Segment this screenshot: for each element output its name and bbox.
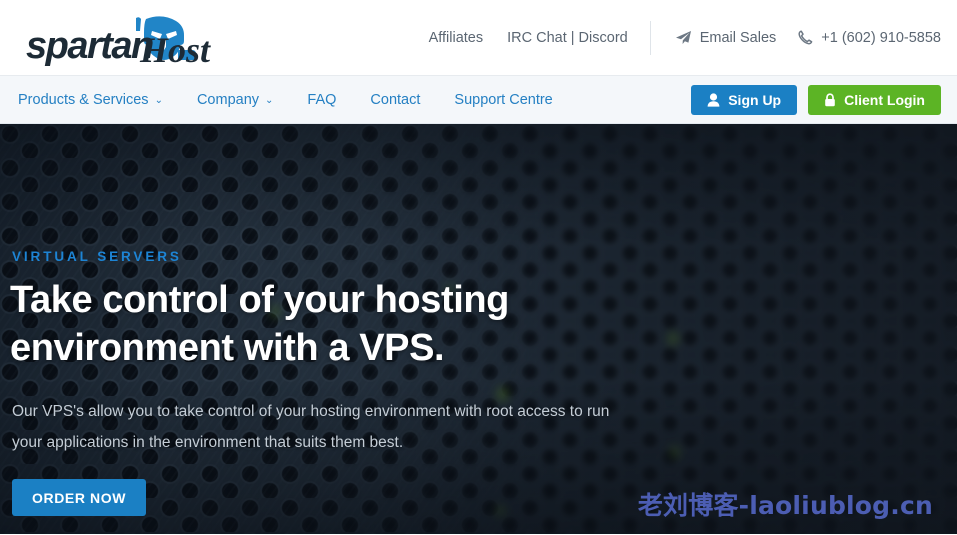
email-sales-label: Email Sales	[699, 29, 777, 46]
site-logo[interactable]: spartan Host	[18, 10, 228, 66]
topbar-divider	[649, 20, 651, 55]
nav-label-contact: Contact	[370, 91, 421, 108]
top-link-irc-chat-discord[interactable]: IRC Chat | Discord	[507, 30, 628, 46]
top-utility-bar: spartan Host Affiliates IRC Chat | Disco…	[0, 0, 957, 76]
chevron-down-icon: ⌄	[265, 94, 274, 106]
logo-wordmark-host: Host	[139, 30, 211, 66]
hero-title: Take control of your hosting environment…	[10, 279, 509, 369]
nav-label-faq: FAQ	[307, 91, 337, 108]
nav-label-company: Company	[196, 91, 260, 108]
phone-number-label: +1 (602) 910-5858	[821, 29, 941, 46]
sign-up-button[interactable]: Sign Up	[691, 84, 798, 115]
watermark: 老刘博客-laoliublog.cn	[637, 491, 933, 520]
email-sales-link[interactable]: Email Sales	[675, 29, 777, 46]
client-login-label: Client Login	[844, 91, 925, 108]
nav-label-products-services: Products & Services	[18, 91, 149, 108]
nav-item-company[interactable]: Company ⌄	[197, 92, 273, 108]
hero-banner: VIRTUAL SERVERS Take control of your hos…	[0, 124, 957, 534]
client-login-button[interactable]: Client Login	[808, 84, 941, 115]
logo-wordmark-spartan: spartan	[26, 25, 153, 66]
nav-item-contact[interactable]: Contact	[370, 92, 420, 108]
nav-item-support-centre[interactable]: Support Centre	[454, 92, 552, 108]
topbar-links: Affiliates IRC Chat | Discord	[429, 30, 628, 46]
nav-label-support-centre: Support Centre	[454, 91, 553, 108]
spartanhost-logo-svg: spartan Host	[26, 15, 211, 66]
hero-subtitle: Our VPS's allow you to take control of y…	[12, 403, 610, 451]
main-navigation-bar: Products & Services ⌄ Company ⌄ FAQ Cont…	[0, 76, 957, 124]
hero-eyebrow: VIRTUAL SERVERS	[12, 249, 182, 264]
topbar-contacts: Email Sales +1 (602) 910-5858	[675, 30, 941, 46]
lock-icon	[824, 92, 836, 107]
phone-icon	[798, 30, 813, 45]
nav-item-faq[interactable]: FAQ	[307, 92, 336, 108]
sign-up-label: Sign Up	[728, 91, 782, 108]
hero-content: VIRTUAL SERVERS Take control of your hos…	[0, 124, 957, 534]
phone-number-link[interactable]: +1 (602) 910-5858	[798, 30, 941, 46]
chevron-down-icon: ⌄	[154, 94, 163, 106]
nav-item-products-services[interactable]: Products & Services ⌄	[18, 92, 163, 108]
paper-plane-icon	[675, 30, 692, 45]
nav-action-buttons: Sign Up Client Login	[691, 84, 941, 115]
order-now-button[interactable]: ORDER NOW	[12, 479, 147, 516]
top-link-affiliates[interactable]: Affiliates	[429, 30, 484, 46]
nav-items: Products & Services ⌄ Company ⌄ FAQ Cont…	[18, 92, 587, 108]
user-icon	[707, 92, 720, 107]
